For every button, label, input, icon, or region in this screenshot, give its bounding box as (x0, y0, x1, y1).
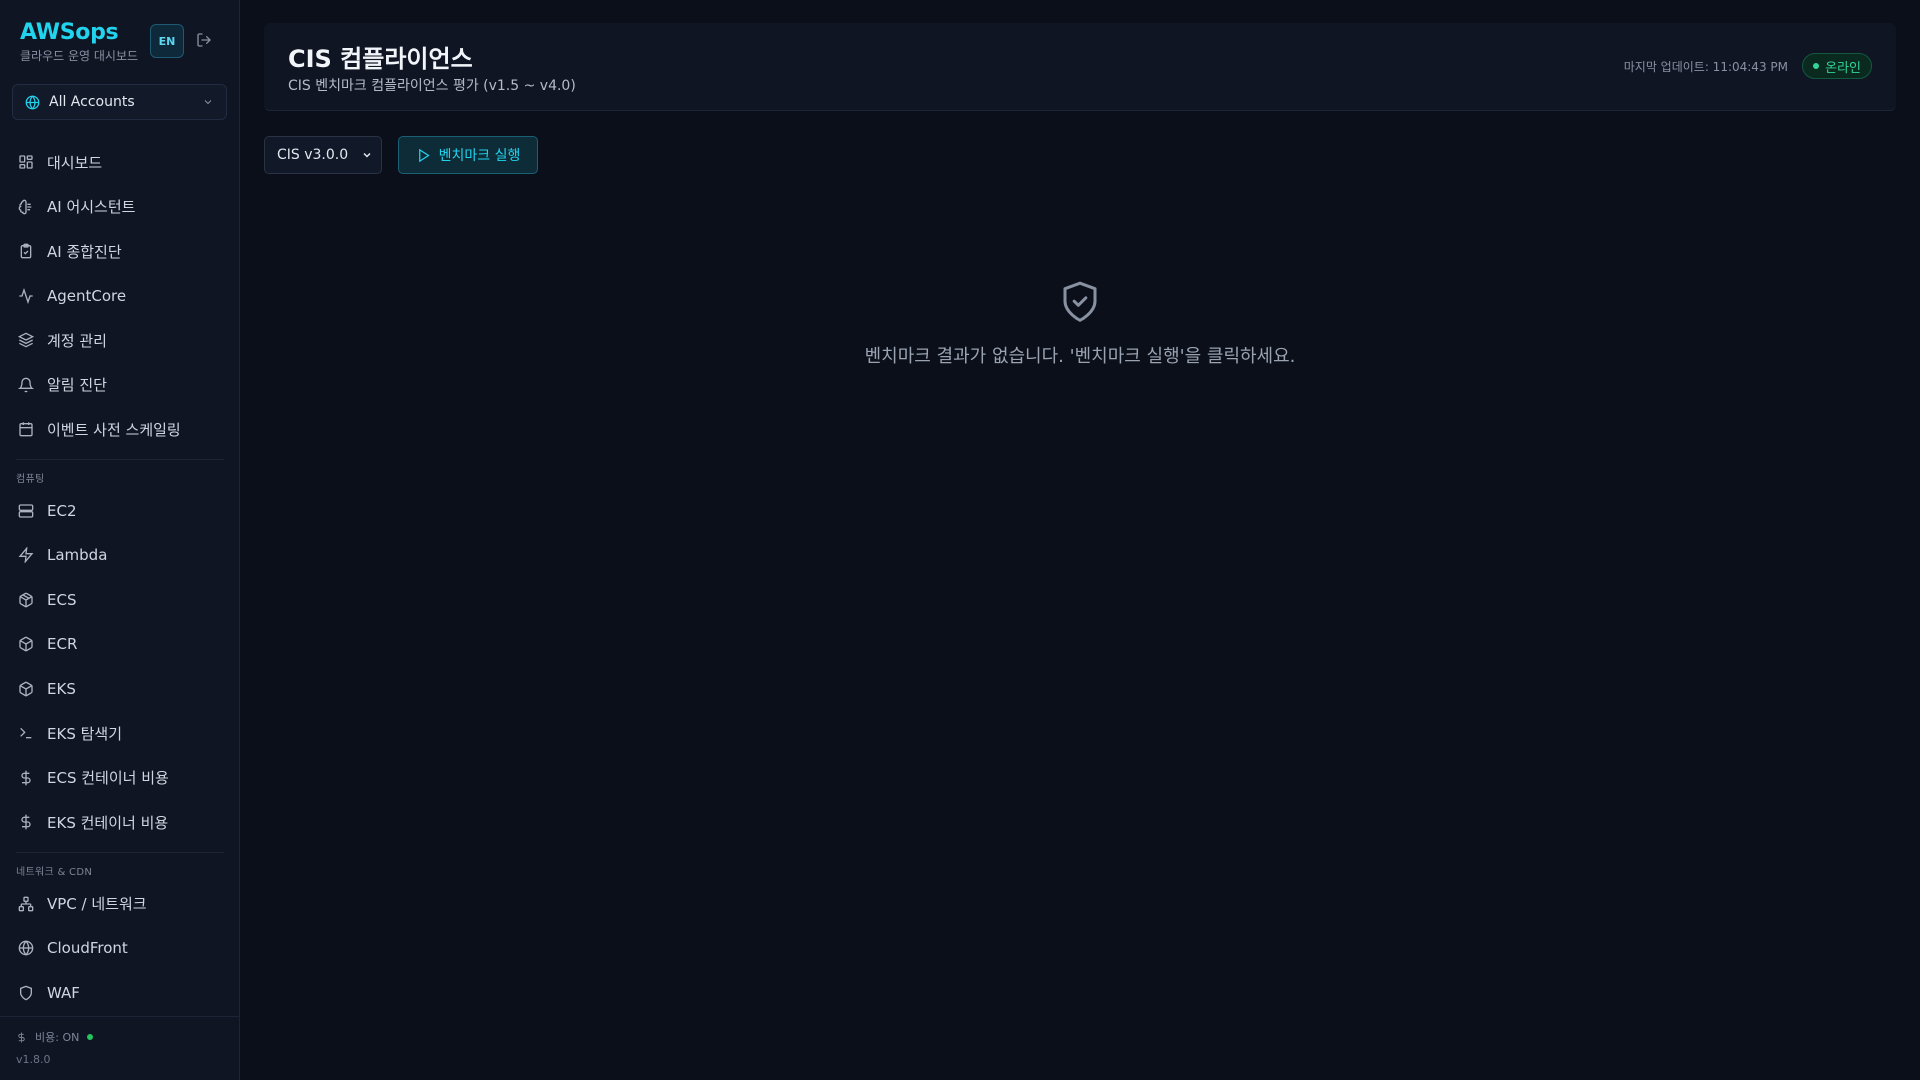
shield-icon (20, 985, 32, 1001)
sidebar-item-lambda[interactable]: Lambda (0, 533, 240, 578)
sidebar-item-label: 계정 관리 (47, 331, 107, 350)
layers-icon (18, 332, 34, 348)
dollar-icon (18, 1031, 25, 1043)
logout-icon (197, 33, 211, 47)
run-benchmark-label: 벤치마크 실행 (438, 148, 521, 164)
status-badge: 온라인 (1802, 53, 1872, 79)
bell-icon (18, 377, 34, 393)
sidebar-item-label: WAF (47, 983, 80, 1002)
sidebar-item-label: AgentCore (47, 286, 127, 305)
sidebar-item-label: AI 종합진단 (47, 242, 122, 261)
sidebar-item-label: EKS (47, 679, 76, 698)
sidebar-item-dashboard[interactable]: 대시보드 (0, 140, 240, 185)
cube-icon (19, 681, 33, 697)
shield-check-icon (1063, 281, 1097, 322)
last-update-timestamp: 마지막 업데이트: 11:04:43 PM (1623, 60, 1788, 74)
sidebar-nav: 대시보드 AI 어시스턴트 AI 종합진단 AgentCore 계정 관리 알림… (0, 140, 240, 1015)
terminal-icon (20, 728, 32, 739)
globe-icon (25, 94, 40, 110)
sidebar-item-label: EC2 (47, 501, 77, 520)
brand[interactable]: AWSops 클라우드 운영 대시보드 (20, 20, 138, 64)
nav-divider (16, 851, 224, 853)
cis-version-selected: CIS v3.0.0 (277, 147, 349, 163)
sidebar: AWSops 클라우드 운영 대시보드 EN All Accounts 대시보드… (0, 0, 240, 1080)
sidebar-item-vpc[interactable]: VPC / 네트워크 (0, 882, 240, 927)
sidebar-item-label: ECS (47, 590, 77, 609)
cost-status-label: 비용: ON (35, 1031, 80, 1044)
page-subtitle: CIS 벤치마크 컴플라이언스 평가 (v1.5 ~ v4.0) (288, 78, 576, 94)
globe-icon (18, 940, 34, 956)
box-icon (19, 592, 33, 608)
sidebar-item-ecs[interactable]: ECS (0, 578, 240, 623)
app-version: v1.8.0 (16, 1053, 51, 1066)
sidebar-item-waf[interactable]: WAF (0, 971, 240, 1016)
sidebar-item-eks-container-cost[interactable]: EKS 컨테이너 비용 (0, 800, 240, 845)
sidebar-item-ai-diagnosis[interactable]: AI 종합진단 (0, 229, 240, 274)
sidebar-item-label: AI 어시스턴트 (47, 198, 136, 217)
sidebar-item-label: VPC / 네트워크 (47, 895, 147, 914)
calendar-icon (19, 422, 33, 437)
status-badge-label: 온라인 (1825, 60, 1861, 76)
sidebar-item-label: 대시보드 (47, 153, 103, 172)
brain-icon (18, 199, 32, 215)
run-benchmark-button[interactable]: 벤치마크 실행 (398, 136, 538, 174)
nav-section-compute: 컴퓨팅 (16, 474, 45, 485)
account-selector[interactable]: All Accounts (12, 84, 227, 120)
page-title: CIS 컴플라이언스 (288, 45, 473, 73)
brand-title: AWSops (20, 20, 119, 45)
cost-status: 비용: ON (16, 1029, 94, 1045)
sidebar-item-accounts[interactable]: 계정 관리 (0, 318, 240, 363)
sidebar-item-eks-explorer[interactable]: EKS 탐색기 (0, 711, 240, 756)
dollar-icon (21, 770, 31, 786)
empty-state-message: 벤치마크 결과가 없습니다. '벤치마크 실행'을 클릭하세요. (864, 346, 1296, 367)
sidebar-item-label: EKS 탐색기 (47, 724, 123, 743)
nav-section-network: 네트워크 & CDN (16, 867, 93, 878)
sidebar-item-alert-diagnosis[interactable]: 알림 진단 (0, 363, 240, 408)
sidebar-footer: 비용: ON v1.8.0 (0, 1016, 240, 1080)
sidebar-item-cloudfront[interactable]: CloudFront (0, 926, 240, 971)
sidebar-item-label: ECR (47, 635, 78, 654)
chevron-down-icon (204, 100, 212, 105)
sidebar-item-event-scaling[interactable]: 이벤트 사전 스케일링 (0, 407, 240, 452)
dollar-icon (21, 814, 31, 830)
logout-button[interactable] (194, 30, 214, 50)
account-selector-label: All Accounts (49, 94, 135, 110)
cost-status-dot (87, 1034, 94, 1040)
sidebar-item-ec2[interactable]: EC2 (0, 489, 240, 534)
status-dot (1813, 63, 1820, 69)
sidebar-item-ai-assistant[interactable]: AI 어시스턴트 (0, 185, 240, 230)
sidebar-item-label: Lambda (47, 546, 108, 565)
server-icon (18, 504, 34, 518)
sidebar-item-label: CloudFront (47, 939, 128, 958)
sidebar-item-label: EKS 컨테이너 비용 (47, 813, 169, 832)
sidebar-item-label: 이벤트 사전 스케일링 (47, 420, 181, 439)
sidebar-item-ecs-container-cost[interactable]: ECS 컨테이너 비용 (0, 756, 240, 801)
grid-icon (19, 155, 33, 169)
brand-subtitle: 클라우드 운영 대시보드 (20, 49, 139, 63)
language-toggle-button[interactable]: EN (150, 24, 184, 58)
zap-icon (18, 547, 34, 564)
sidebar-item-agentcore[interactable]: AgentCore (0, 274, 240, 319)
sidebar-item-label: 알림 진단 (47, 376, 107, 395)
chevron-down-icon (363, 152, 371, 158)
clipboard-check-icon (20, 243, 32, 259)
sidebar-item-ecr[interactable]: ECR (0, 622, 240, 667)
sidebar-item-eks[interactable]: EKS (0, 667, 240, 712)
page-header: CIS 컴플라이언스 CIS 벤치마크 컴플라이언스 평가 (v1.5 ~ v4… (264, 23, 1896, 111)
activity-icon (19, 287, 33, 304)
nav-divider (16, 458, 224, 460)
package-icon (19, 636, 33, 652)
cis-version-select[interactable]: CIS v3.0.0 (264, 136, 382, 174)
sidebar-item-label: ECS 컨테이너 비용 (47, 769, 169, 788)
play-icon (418, 148, 430, 162)
network-icon (18, 896, 34, 912)
